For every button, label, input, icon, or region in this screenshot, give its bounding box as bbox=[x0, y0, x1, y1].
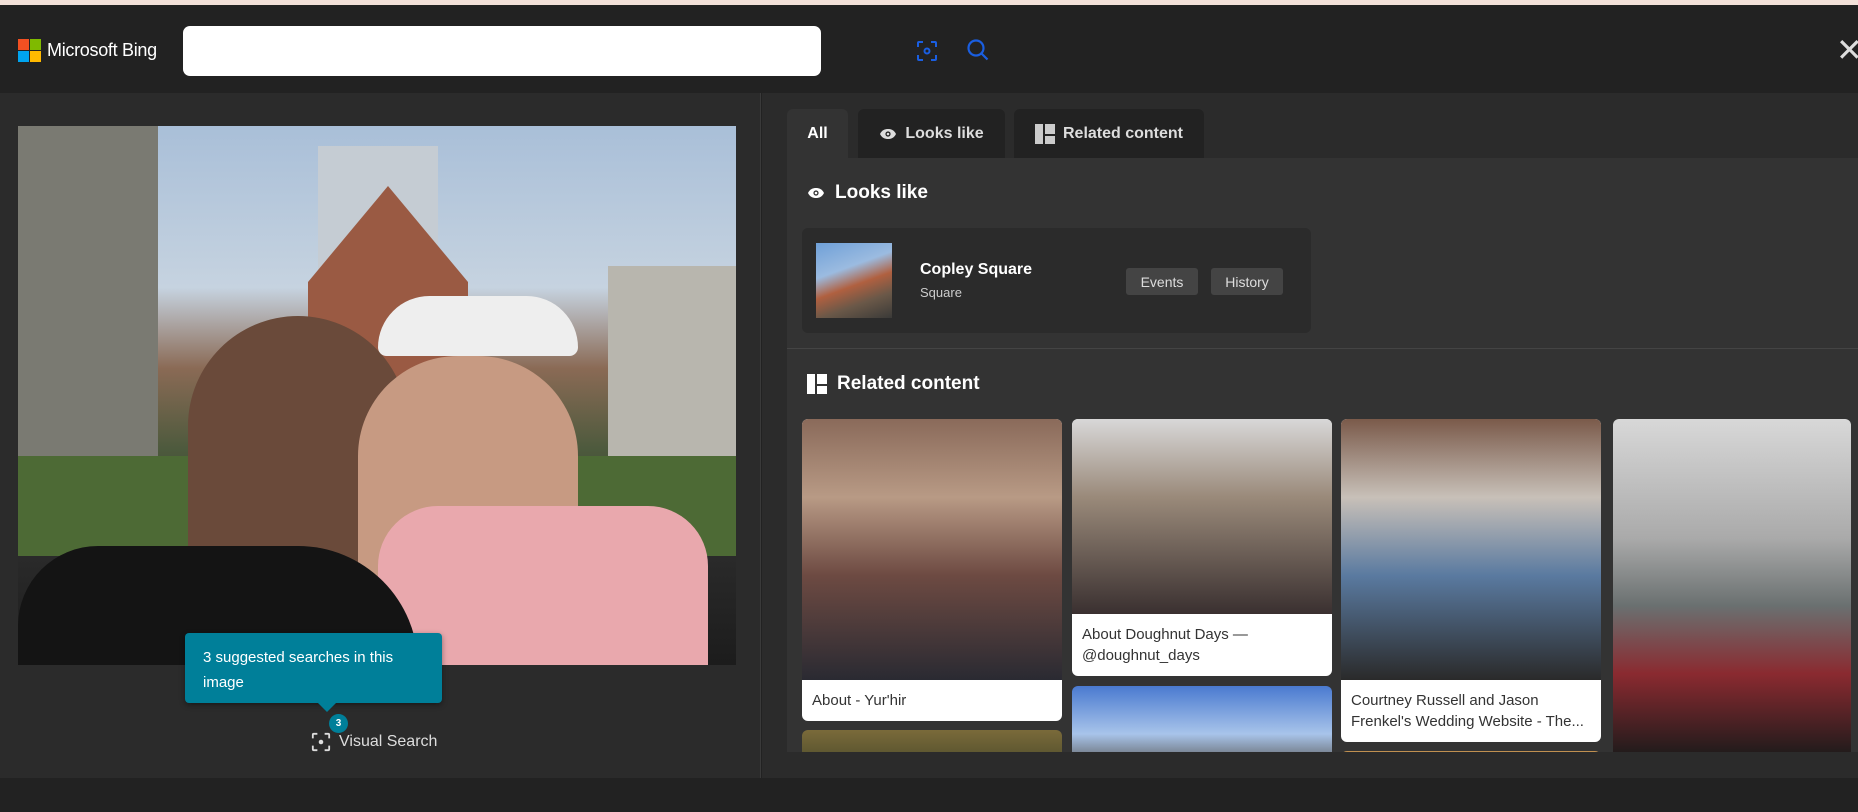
visual-search-icon[interactable] bbox=[916, 40, 938, 62]
card-image bbox=[1341, 419, 1601, 680]
related-card[interactable]: Courtney Russell and Jason Frenkel's Wed… bbox=[1341, 419, 1601, 742]
related-card[interactable] bbox=[1613, 419, 1851, 752]
looks-like-heading: Looks like bbox=[807, 182, 928, 204]
tab-all[interactable]: All bbox=[787, 109, 848, 158]
grid-icon bbox=[807, 374, 827, 394]
card-caption: About - Yur'hir bbox=[812, 692, 907, 709]
entity-name[interactable]: Copley Square bbox=[920, 261, 1032, 279]
search-input[interactable] bbox=[197, 26, 717, 74]
related-card[interactable]: About - Yur'hir bbox=[802, 419, 1062, 721]
card-caption: Courtney Russell and Jason Frenkel's Wed… bbox=[1351, 692, 1584, 730]
all-results-panel: Looks like Copley Square Square Events H… bbox=[787, 158, 1858, 752]
related-content-heading: Related content bbox=[807, 373, 980, 395]
related-card[interactable]: About Doughnut Days — @doughnut_days bbox=[1072, 419, 1332, 676]
card-image bbox=[802, 419, 1062, 680]
eye-icon bbox=[808, 188, 824, 198]
suggested-searches-tooltip: 3 suggested searches in this image bbox=[185, 633, 442, 712]
entity-card[interactable]: Copley Square Square Events History bbox=[802, 228, 1311, 333]
bing-logo[interactable]: Microsoft Bing bbox=[18, 39, 157, 62]
bottom-bar bbox=[0, 778, 1858, 812]
heading-text: Related content bbox=[837, 373, 980, 394]
tab-label: Looks like bbox=[905, 124, 984, 142]
grid-icon bbox=[1034, 123, 1055, 144]
visual-search-label: Visual Search bbox=[339, 733, 438, 750]
suggestion-count-badge: 3 bbox=[329, 714, 348, 733]
close-icon[interactable]: ✕ bbox=[1836, 34, 1858, 66]
visual-search-icon bbox=[311, 732, 331, 752]
card-caption: About Doughnut Days — @doughnut_days bbox=[1082, 626, 1248, 664]
tab-label: All bbox=[807, 124, 828, 142]
query-image[interactable] bbox=[18, 126, 736, 665]
logo-text: Microsoft Bing bbox=[47, 40, 157, 60]
card-image bbox=[1072, 419, 1332, 614]
search-icon[interactable] bbox=[965, 38, 991, 64]
events-chip[interactable]: Events bbox=[1126, 268, 1198, 295]
tab-related-content[interactable]: Related content bbox=[1014, 109, 1204, 158]
visual-search-button[interactable]: Visual Search bbox=[311, 732, 437, 752]
tab-label: Related content bbox=[1062, 124, 1183, 142]
tab-looks-like[interactable]: Looks like bbox=[858, 109, 1005, 158]
history-chip[interactable]: History bbox=[1211, 268, 1283, 295]
search-box bbox=[183, 26, 989, 76]
microsoft-logo-icon bbox=[18, 39, 41, 62]
entity-thumbnail bbox=[816, 243, 892, 318]
heading-text: Looks like bbox=[835, 182, 928, 203]
section-divider bbox=[787, 348, 1858, 349]
eye-icon bbox=[880, 128, 897, 139]
related-card[interactable] bbox=[1341, 751, 1601, 752]
related-card[interactable] bbox=[1072, 686, 1332, 752]
entity-type: Square bbox=[920, 285, 962, 300]
related-card[interactable] bbox=[802, 730, 1062, 752]
